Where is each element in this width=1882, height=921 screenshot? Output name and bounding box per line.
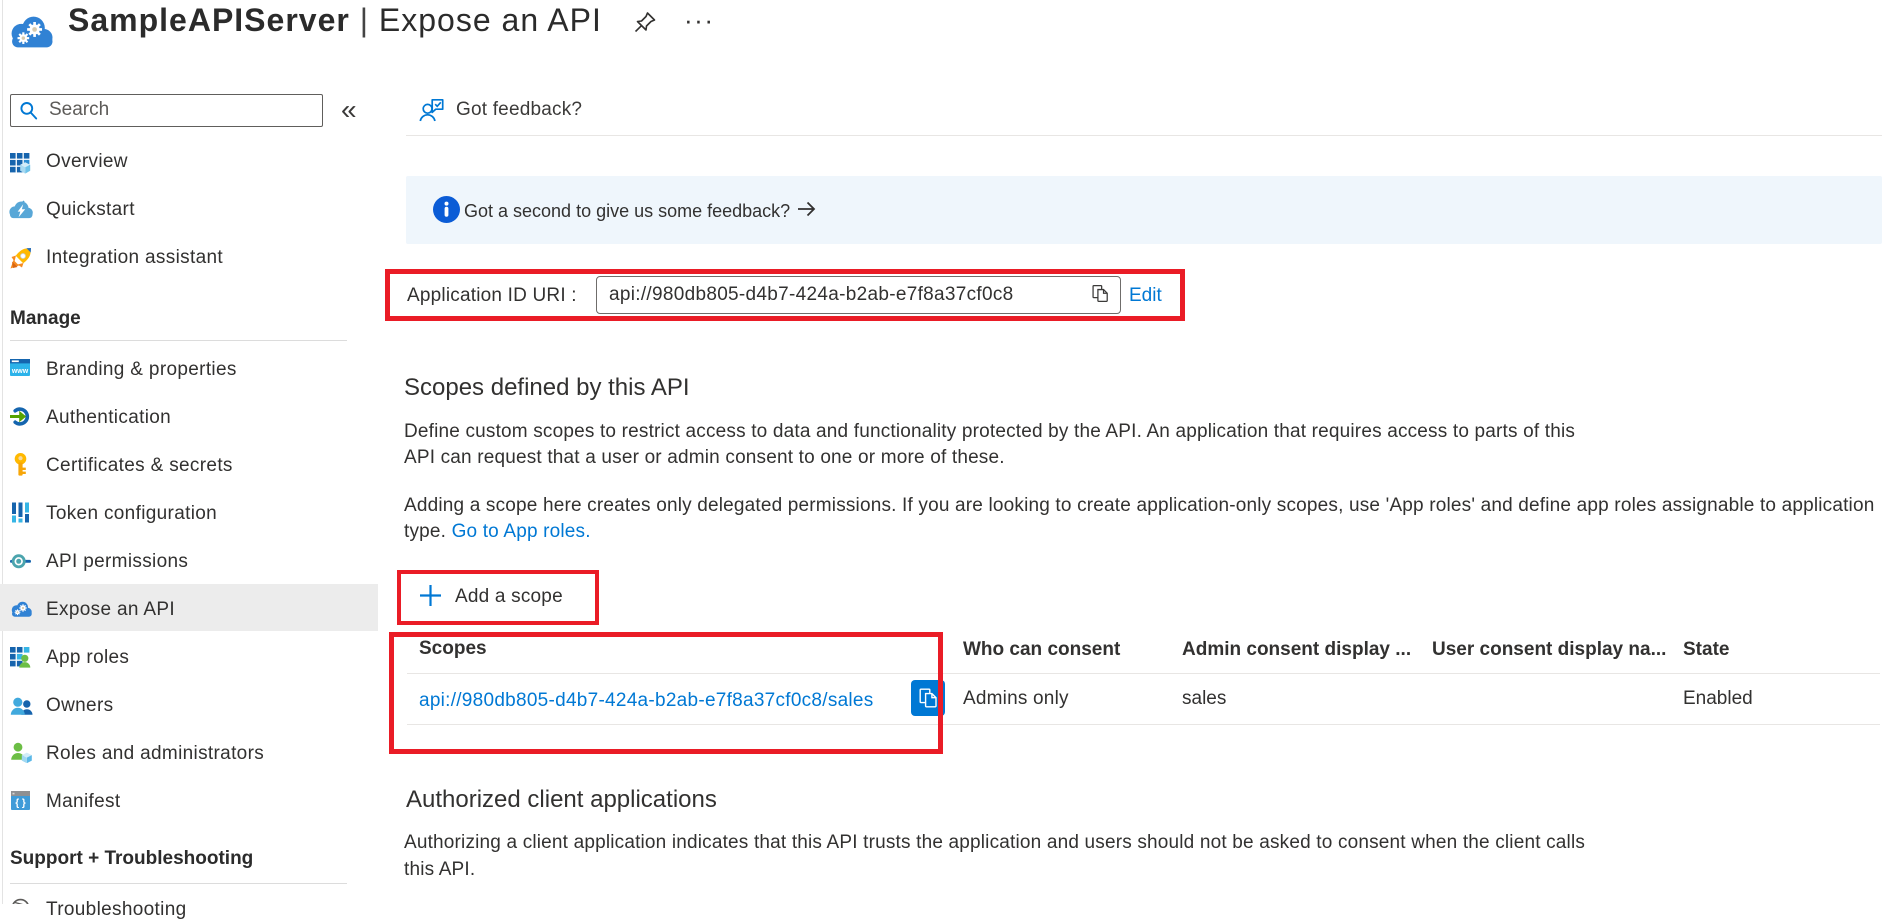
svg-text:{ }: { } bbox=[15, 798, 26, 809]
svg-text:www: www bbox=[11, 368, 29, 375]
